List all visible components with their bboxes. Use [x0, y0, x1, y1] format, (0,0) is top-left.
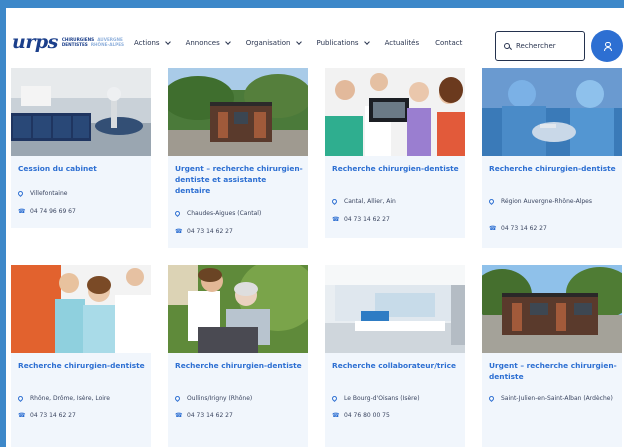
- nav-item-annonces[interactable]: Annonces: [185, 38, 231, 47]
- listing-image: [325, 265, 465, 353]
- nav-item-actualites[interactable]: Actualités: [385, 39, 420, 47]
- main-nav: Actions Annonces Organisation Publicatio…: [134, 38, 478, 47]
- listing-card[interactable]: Recherche chirurgien-dentiste Rhône, Drô…: [11, 265, 151, 447]
- listing-title[interactable]: Urgent – recherche chirurgien-dentiste e…: [175, 163, 303, 196]
- logo-mark: urps: [12, 31, 58, 53]
- logo-text: CHIRURGIENS AUVERGNE DENTISTES RHÔNE-ALPES: [62, 37, 124, 47]
- listing-location: Oullins/Irigny (Rhône): [173, 394, 305, 404]
- urps-logo[interactable]: urps CHIRURGIENS AUVERGNE DENTISTES RHÔNE-…: [12, 30, 124, 54]
- location-text: Oullins/Irigny (Rhône): [187, 395, 253, 402]
- location-text: Le Bourg-d'Oisans (Isère): [344, 395, 420, 402]
- chevron-down-icon: [224, 38, 231, 45]
- location-pin-icon: [173, 394, 182, 403]
- user-account-button[interactable]: [591, 30, 623, 62]
- phone-text: 04 73 14 62 27: [187, 412, 233, 419]
- location-text: Cantal, Allier, Ain: [344, 198, 396, 205]
- listing-image: [168, 265, 308, 353]
- location-text: Rhône, Drôme, Isère, Loire: [30, 395, 110, 402]
- location-text: Chaudes-Aigues (Cantal): [187, 210, 262, 217]
- phone-icon: ☎: [489, 225, 497, 232]
- location-pin-icon: [487, 394, 496, 403]
- listing-phone: ☎ 04 73 14 62 27: [18, 412, 148, 421]
- phone-icon: ☎: [175, 228, 183, 235]
- search-input[interactable]: Rechercher: [495, 31, 585, 61]
- nav-item-actions[interactable]: Actions: [134, 38, 171, 47]
- listing-location: Rhône, Drôme, Isère, Loire: [16, 394, 148, 404]
- listing-location: Villefontaine: [16, 189, 148, 199]
- location-pin-icon: [330, 394, 339, 403]
- listing-location: Chaudes-Aigues (Cantal): [173, 209, 305, 219]
- listing-location: Le Bourg-d'Oisans (Isère): [330, 394, 462, 404]
- nav-item-organisation[interactable]: Organisation: [245, 38, 302, 47]
- listing-image: [325, 68, 465, 156]
- logo-line: DENTISTES: [61, 42, 88, 47]
- listing-phone: ☎ 04 76 80 00 75: [332, 412, 462, 421]
- phone-text: 04 73 14 62 27: [501, 225, 547, 232]
- listing-title[interactable]: Recherche chirurgien-dentiste: [18, 360, 146, 371]
- location-pin-icon: [173, 209, 182, 218]
- phone-text: 04 76 80 00 75: [344, 412, 390, 419]
- site-header: urps CHIRURGIENS AUVERGNE DENTISTES RHÔNE-…: [6, 8, 624, 68]
- listing-image: [11, 68, 151, 156]
- listing-title[interactable]: Cession du cabinet: [18, 163, 146, 174]
- location-pin-icon: [16, 189, 25, 198]
- nav-label: Organisation: [245, 39, 291, 47]
- nav-label: Actions: [134, 39, 160, 47]
- phone-text: 04 73 14 62 27: [30, 412, 76, 419]
- listing-phone: ☎ 04 73 14 62 27: [175, 228, 305, 237]
- listing-card[interactable]: Urgent – recherche chirurgien-dentiste S…: [482, 265, 622, 447]
- nav-label: Annonces: [185, 39, 220, 47]
- location-text: Saint-Julien-en-Saint-Alban (Ardèche): [501, 395, 613, 402]
- listing-image: [482, 68, 622, 156]
- listing-title[interactable]: Urgent – recherche chirurgien-dentiste: [489, 360, 617, 382]
- listing-phone: ☎ 04 73 14 62 27: [332, 216, 462, 225]
- listing-title[interactable]: Recherche chirurgien-dentiste: [175, 360, 303, 371]
- location-pin-icon: [330, 197, 339, 206]
- listing-title[interactable]: Recherche collaborateur/trice: [332, 360, 460, 371]
- location-text: Région Auvergne-Rhône-Alpes: [501, 198, 592, 205]
- phone-icon: ☎: [18, 412, 26, 419]
- phone-icon: ☎: [332, 216, 340, 223]
- listing-phone: ☎ 04 73 14 62 27: [489, 225, 619, 234]
- phone-icon: ☎: [332, 412, 340, 419]
- listing-card[interactable]: Cession du cabinet Villefontaine ☎ 04 74 …: [11, 68, 151, 228]
- phone-text: 04 74 96 69 67: [30, 208, 76, 215]
- nav-label: Contact: [435, 39, 463, 47]
- listing-location: Cantal, Allier, Ain: [330, 197, 462, 207]
- location-pin-icon: [16, 394, 25, 403]
- listing-image: [168, 68, 308, 156]
- nav-label: Actualités: [384, 39, 420, 47]
- chevron-down-icon: [295, 38, 302, 45]
- listing-card[interactable]: Urgent – recherche chirurgien-dentiste e…: [168, 68, 308, 248]
- listing-image: [482, 265, 622, 353]
- listing-card[interactable]: Recherche collaborateur/trice Le Bourg-d…: [325, 265, 465, 447]
- search-label: Rechercher: [516, 42, 556, 50]
- location-text: Villefontaine: [30, 190, 68, 197]
- phone-icon: ☎: [18, 208, 26, 215]
- nav-item-contact[interactable]: Contact: [435, 39, 462, 47]
- nav-item-publications[interactable]: Publications: [316, 38, 370, 47]
- phone-icon: ☎: [175, 412, 183, 419]
- listing-phone: ☎ 04 74 96 69 67: [18, 208, 148, 217]
- user-icon: [603, 41, 612, 51]
- listing-card[interactable]: Recherche chirurgien-dentiste Région Auv…: [482, 68, 622, 248]
- listing-location: Région Auvergne-Rhône-Alpes: [487, 197, 619, 207]
- nav-label: Publications: [316, 39, 359, 47]
- listing-image: [11, 265, 151, 353]
- location-pin-icon: [487, 197, 496, 206]
- phone-text: 04 73 14 62 27: [187, 228, 233, 235]
- listing-location: Saint-Julien-en-Saint-Alban (Ardèche): [487, 394, 619, 404]
- page: urps CHIRURGIENS AUVERGNE DENTISTES RHÔNE-…: [6, 8, 624, 447]
- logo-line: RHÔNE-ALPES: [90, 42, 125, 47]
- chevron-down-icon: [164, 38, 171, 45]
- phone-text: 04 73 14 62 27: [344, 216, 390, 223]
- listing-card[interactable]: Recherche chirurgien-dentiste Oullins/Ir…: [168, 265, 308, 447]
- chevron-down-icon: [363, 38, 370, 45]
- listing-title[interactable]: Recherche chirurgien-dentiste: [332, 163, 460, 174]
- listing-card[interactable]: Recherche chirurgien-dentiste Cantal, Al…: [325, 68, 465, 238]
- search-icon: [504, 43, 510, 49]
- listing-phone: ☎ 04 73 14 62 27: [175, 412, 305, 421]
- listing-title[interactable]: Recherche chirurgien-dentiste: [489, 163, 617, 174]
